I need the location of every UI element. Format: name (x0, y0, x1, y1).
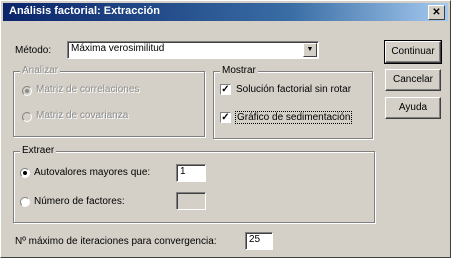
scree-label: Gráfico de sedimentación (234, 111, 353, 124)
eigenvalues-value: 1 (180, 166, 186, 177)
display-group: Mostrar ✓ Solución factorial sin rotar ✓… (213, 65, 373, 139)
close-icon[interactable]: ✕ (428, 5, 445, 20)
unrotated-label: Solución factorial sin rotar (236, 84, 352, 95)
eigenvalues-input[interactable]: 1 (176, 164, 206, 182)
iterations-value: 25 (249, 234, 261, 245)
window-title: Análisis factorial: Extracción (9, 5, 160, 17)
method-label: Método: (15, 45, 52, 56)
covariance-label: Matriz de covarianza (36, 110, 129, 121)
method-select-value: Máxima verosimilitud (71, 43, 165, 54)
extract-legend: Extraer (20, 145, 57, 156)
continue-button[interactable]: Continuar (384, 40, 442, 64)
nfactors-label: Número de factores: (34, 196, 125, 207)
help-button[interactable]: Ayuda (385, 97, 441, 119)
title-bar[interactable]: Análisis factorial: Extracción ✕ (3, 3, 448, 21)
analyze-group: Analizar Matriz de correlaciones Matriz … (13, 65, 205, 137)
chevron-down-icon[interactable]: ▼ (303, 43, 317, 57)
correlation-label: Matriz de correlaciones (36, 84, 140, 95)
correlation-radio (22, 86, 32, 96)
iterations-label: Nº máximo de iteraciones para convergenc… (15, 236, 217, 247)
iterations-input[interactable]: 25 (245, 232, 273, 250)
extract-group: Extraer Autovalores mayores que: 1 Númer… (13, 145, 375, 223)
nfactors-radio[interactable] (20, 197, 30, 207)
cancel-button[interactable]: Cancelar (385, 69, 441, 91)
scree-checkbox[interactable]: ✓ (220, 112, 231, 123)
eigenvalues-label: Autovalores mayores que: (34, 167, 151, 178)
dialog-window: Análisis factorial: Extracción ✕ Método:… (0, 0, 451, 258)
covariance-radio (22, 112, 32, 122)
analyze-legend: Analizar (20, 65, 61, 76)
nfactors-input (176, 192, 206, 210)
display-legend: Mostrar (220, 65, 258, 76)
eigenvalues-radio[interactable] (20, 168, 30, 178)
unrotated-checkbox[interactable]: ✓ (220, 84, 231, 95)
method-select[interactable]: Máxima verosimilitud ▼ (67, 41, 319, 59)
